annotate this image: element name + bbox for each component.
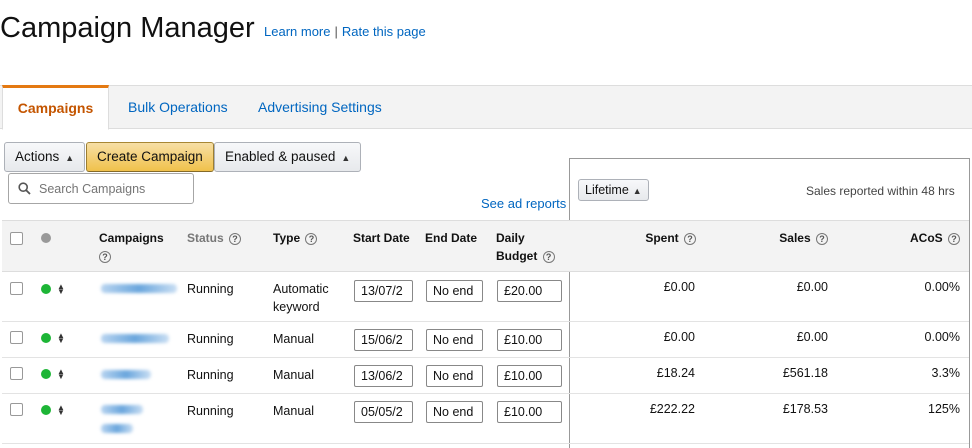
campaign-name-link[interactable] bbox=[101, 370, 151, 379]
status-toggle-icon[interactable]: ▲︎ ▼︎ bbox=[57, 283, 65, 296]
sales-cell: £561.18 bbox=[782, 366, 828, 380]
end-date-input[interactable]: No end bbox=[426, 365, 483, 387]
end-date-input[interactable]: No end bbox=[426, 401, 483, 423]
status-toggle-icon[interactable]: ▲︎ ▼︎ bbox=[57, 368, 65, 381]
sales-cell: £0.00 bbox=[796, 280, 828, 294]
row-divider bbox=[2, 321, 969, 322]
start-date-input[interactable]: 15/06/2 bbox=[354, 329, 413, 351]
status-filter-dropdown[interactable]: Enabled & paused ▲︎ bbox=[214, 142, 362, 172]
learn-more-link[interactable]: Learn more bbox=[264, 24, 330, 39]
help-icon[interactable]: ? bbox=[948, 232, 960, 245]
start-date-input[interactable]: 13/07/2 bbox=[354, 280, 413, 302]
sales-cell: £178.53 bbox=[782, 402, 828, 416]
header-status[interactable]: Status ? bbox=[187, 229, 242, 247]
sales-reported-note: Sales reported within 48 hrs bbox=[806, 184, 955, 198]
end-date-input[interactable]: No end bbox=[426, 329, 483, 351]
status-cell: Running bbox=[187, 332, 234, 346]
status-dot-icon bbox=[41, 369, 51, 379]
tab-advertising-settings[interactable]: Advertising Settings bbox=[258, 85, 382, 129]
see-ad-reports-link[interactable]: See ad reports bbox=[481, 196, 566, 211]
header-type[interactable]: Type ? bbox=[273, 229, 318, 247]
tab-bulk-operations[interactable]: Bulk Operations bbox=[128, 85, 228, 129]
spent-cell: £0.00 bbox=[663, 280, 695, 294]
status-toggle-icon[interactable]: ▲︎ ▼︎ bbox=[57, 332, 65, 345]
tab-campaigns[interactable]: Campaigns bbox=[2, 85, 109, 130]
row-checkbox[interactable] bbox=[10, 367, 23, 380]
status-cell: Running bbox=[187, 404, 234, 418]
row-checkbox[interactable] bbox=[10, 282, 23, 295]
help-icon[interactable]: ? bbox=[99, 250, 111, 263]
help-icon[interactable]: ? bbox=[684, 232, 696, 245]
status-filter-label: Enabled & paused bbox=[225, 149, 336, 164]
header-daily-budget[interactable]: Daily Budget ? bbox=[496, 229, 556, 265]
campaign-name-link[interactable] bbox=[101, 424, 133, 433]
row-divider bbox=[2, 393, 969, 394]
search-input[interactable] bbox=[37, 178, 187, 200]
search-box bbox=[8, 173, 194, 204]
status-dot-icon bbox=[41, 284, 51, 294]
row-divider bbox=[2, 443, 969, 444]
daily-budget-input[interactable]: £10.00 bbox=[497, 329, 562, 351]
tab-bar: Campaigns Bulk Operations Advertising Se… bbox=[0, 85, 972, 130]
acos-cell: 0.00% bbox=[924, 330, 960, 344]
type-cell: Manual bbox=[273, 368, 314, 382]
daily-budget-input[interactable]: £10.00 bbox=[497, 401, 562, 423]
select-all-checkbox[interactable] bbox=[10, 232, 23, 245]
actions-label: Actions bbox=[15, 149, 60, 164]
help-icon[interactable]: ? bbox=[816, 232, 828, 245]
row-checkbox[interactable] bbox=[10, 331, 23, 344]
daily-budget-input[interactable]: £20.00 bbox=[497, 280, 562, 302]
row-checkbox[interactable] bbox=[10, 403, 23, 416]
status-toggle-icon[interactable]: ▲︎ ▼︎ bbox=[57, 404, 65, 417]
link-separator: | bbox=[334, 24, 338, 39]
type-cell: Manual bbox=[273, 404, 314, 418]
status-dot-icon bbox=[41, 233, 51, 243]
help-icon[interactable]: ? bbox=[229, 232, 242, 245]
help-icon[interactable]: ? bbox=[542, 250, 555, 263]
rate-page-link[interactable]: Rate this page bbox=[342, 24, 426, 39]
updown-caret-icon: ▲︎ bbox=[632, 186, 642, 196]
campaign-name-link[interactable] bbox=[101, 405, 143, 414]
type-cell: Automatic keyword bbox=[273, 282, 329, 314]
help-icon[interactable]: ? bbox=[305, 232, 318, 245]
page-title: Campaign Manager bbox=[0, 12, 255, 44]
start-date-input[interactable]: 05/05/2 bbox=[354, 401, 413, 423]
start-date-input[interactable]: 13/06/2 bbox=[354, 365, 413, 387]
header-spent[interactable]: Spent ? bbox=[600, 229, 696, 247]
spent-cell: £18.24 bbox=[656, 366, 695, 380]
status-cell: Running bbox=[187, 368, 234, 382]
sales-cell: £0.00 bbox=[796, 330, 828, 344]
status-dot-icon bbox=[41, 333, 51, 343]
acos-cell: 125% bbox=[928, 402, 960, 416]
header-end-date[interactable]: End Date bbox=[425, 229, 477, 247]
header-campaigns[interactable]: Campaigns? bbox=[99, 229, 164, 265]
campaign-name-link[interactable] bbox=[101, 334, 169, 343]
search-icon bbox=[18, 182, 31, 195]
campaign-name-link[interactable] bbox=[101, 284, 177, 293]
header-acos[interactable]: ACoS ? bbox=[860, 229, 960, 247]
spent-cell: £0.00 bbox=[663, 330, 695, 344]
updown-caret-icon: ▲︎ bbox=[65, 153, 75, 163]
date-range-dropdown[interactable]: Lifetime ▲︎ bbox=[578, 179, 649, 201]
header-sales[interactable]: Sales ? bbox=[730, 229, 828, 247]
acos-cell: 3.3% bbox=[931, 366, 961, 380]
status-dot-icon bbox=[41, 405, 51, 415]
type-cell: Manual bbox=[273, 332, 314, 346]
date-range-label: Lifetime bbox=[585, 183, 629, 197]
header-start-date[interactable]: Start Date bbox=[353, 229, 410, 247]
actions-dropdown[interactable]: Actions ▲︎ bbox=[4, 142, 86, 172]
row-divider bbox=[2, 357, 969, 358]
header-links: Learn more | Rate this page bbox=[264, 24, 426, 39]
updown-caret-icon: ▲︎ bbox=[341, 153, 351, 163]
create-campaign-button[interactable]: Create Campaign bbox=[86, 142, 214, 172]
end-date-input[interactable]: No end bbox=[426, 280, 483, 302]
spent-cell: £222.22 bbox=[649, 402, 695, 416]
acos-cell: 0.00% bbox=[924, 280, 960, 294]
status-cell: Running bbox=[187, 282, 234, 296]
daily-budget-input[interactable]: £10.00 bbox=[497, 365, 562, 387]
